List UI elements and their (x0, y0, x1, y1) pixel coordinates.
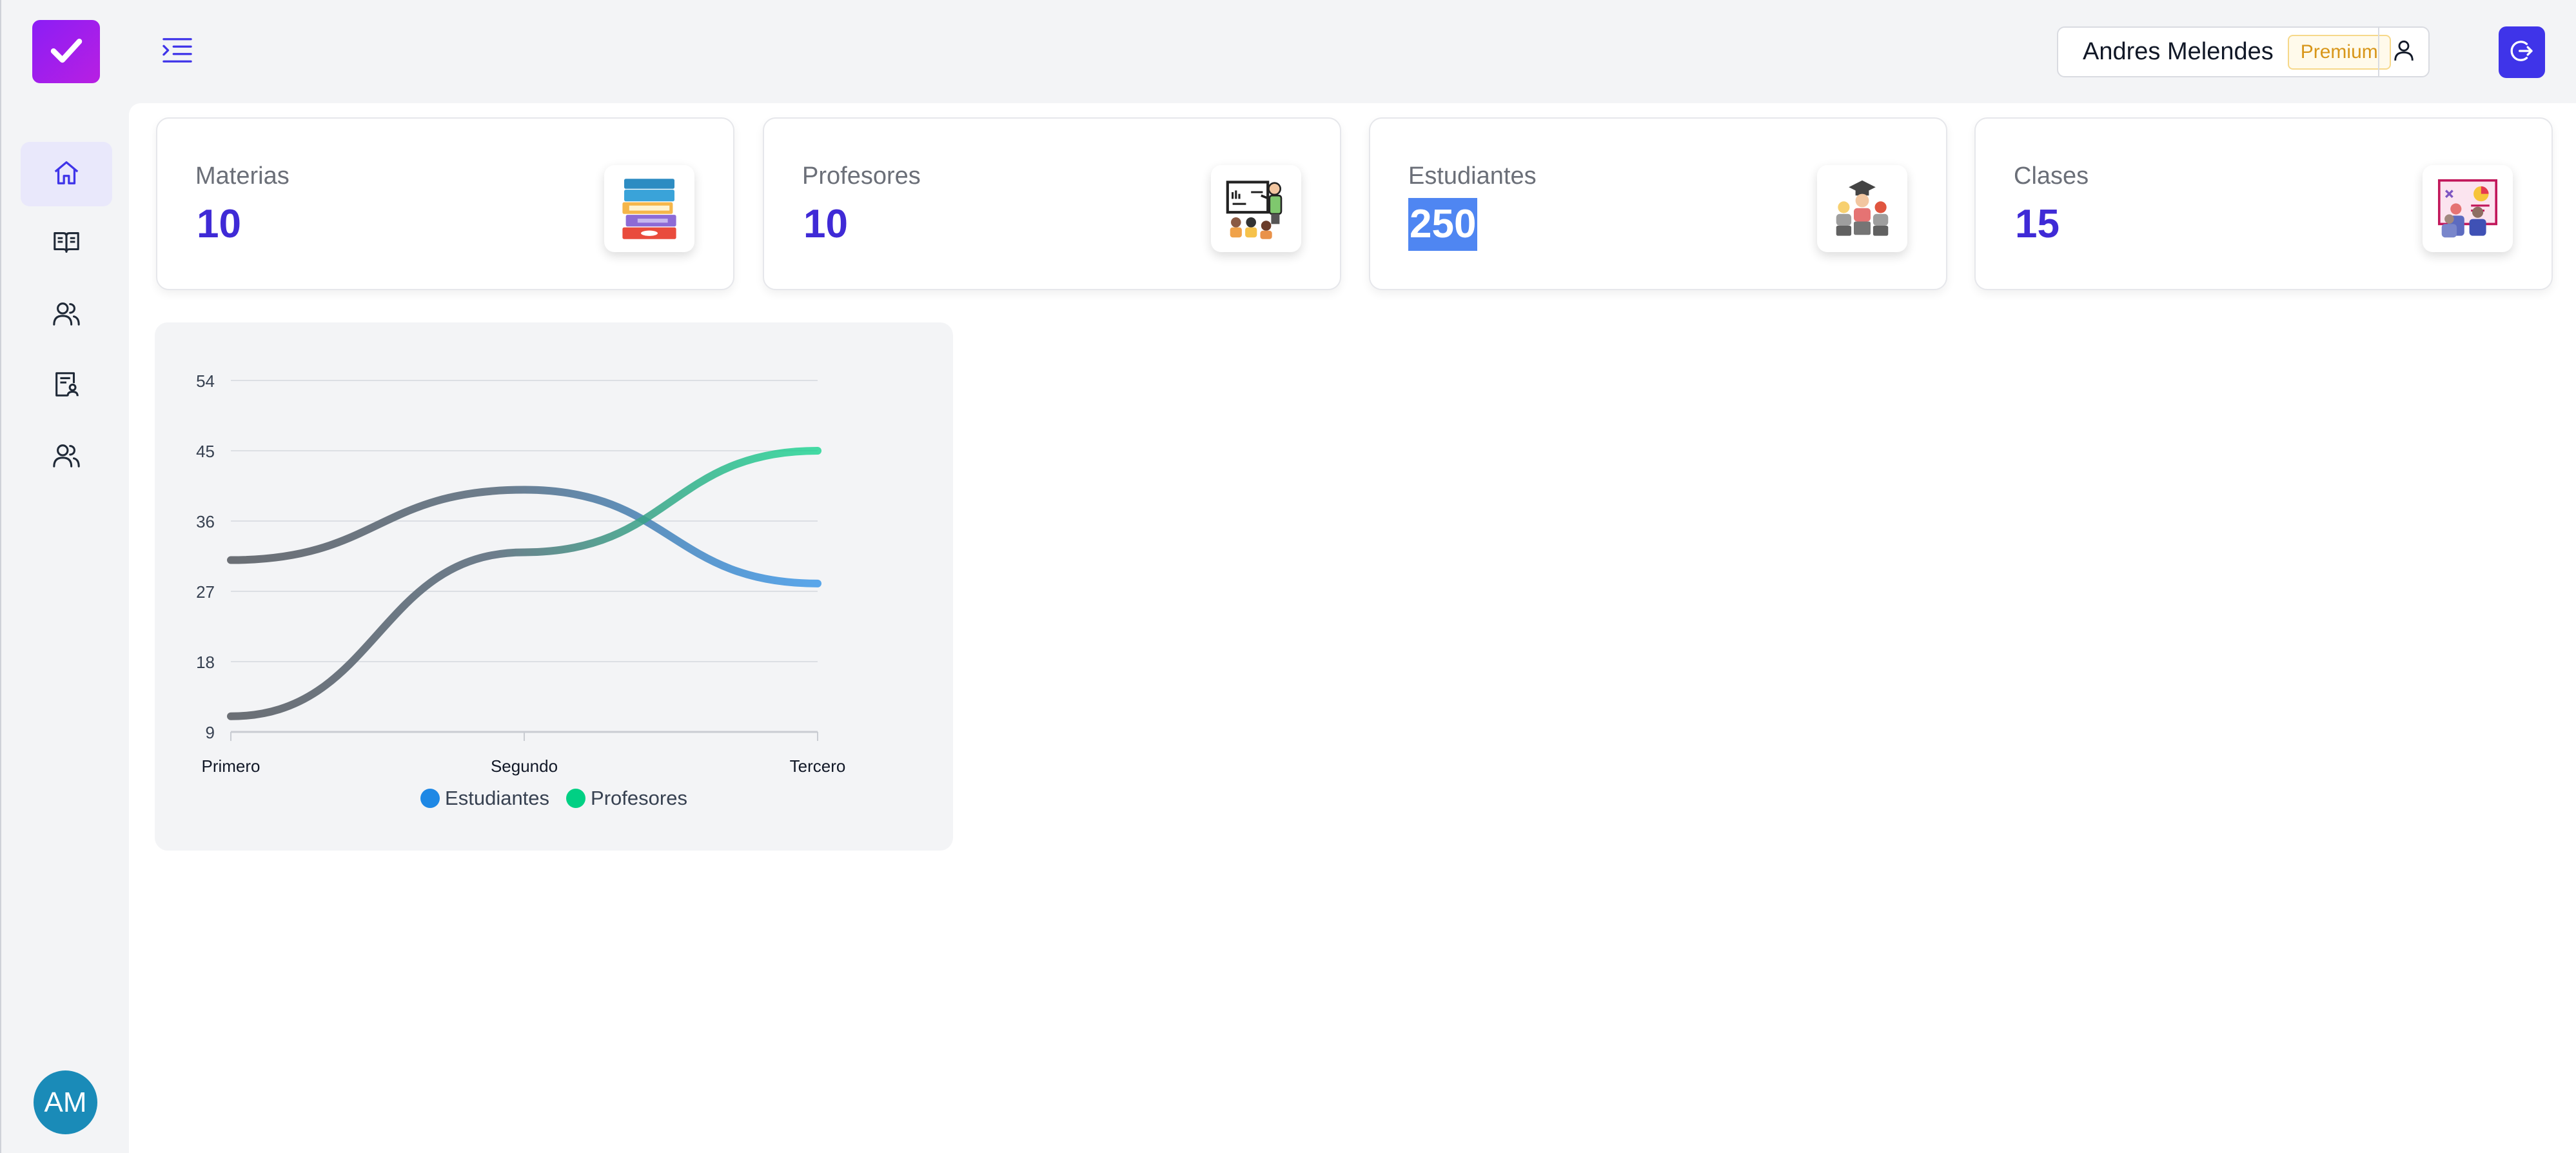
sidebar-item-clases[interactable] (21, 424, 112, 489)
stat-card-estudiantes: Estudiantes 250 (1369, 117, 1947, 290)
sidebar-item-profesores[interactable] (21, 282, 112, 347)
sidebar-item-home[interactable] (21, 142, 112, 206)
user-menu[interactable]: Andres Melendes Premium (2057, 26, 2430, 77)
stat-card-materias: Materias 10 (156, 117, 734, 290)
stat-card-clases: Clases 15 (1974, 117, 2553, 290)
y-tick-label: 45 (196, 442, 215, 461)
users-icon (52, 440, 81, 473)
series-line-estudiantes (227, 486, 821, 587)
home-icon (52, 158, 81, 191)
legend-dot (420, 789, 440, 808)
user-document-icon (52, 370, 81, 402)
menu-toggle-button[interactable] (158, 32, 197, 71)
logout-icon (2509, 38, 2535, 67)
app-logo[interactable] (32, 20, 100, 83)
sidebar: AM (0, 0, 129, 1153)
user-icon (2391, 37, 2417, 66)
stat-label: Estudiantes (1408, 163, 1537, 190)
y-tick-label: 27 (196, 582, 215, 602)
menu-indent-icon (161, 35, 193, 68)
legend-label: Estudiantes (445, 787, 550, 809)
stat-label: Profesores (802, 163, 921, 190)
chart-legend: Estudiantes Profesores (155, 787, 953, 810)
line-chart: 9 18 27 36 45 54 Primero Segundo Tercero Estudia… (155, 322, 953, 851)
x-tick-label: Primero (201, 756, 260, 776)
stat-value: 250 (1408, 198, 1478, 251)
stat-value: 10 (803, 202, 848, 246)
stat-value: 15 (2015, 202, 2060, 246)
profile-button[interactable] (2378, 28, 2428, 76)
legend-label: Profesores (591, 787, 687, 809)
graduates-icon (1817, 165, 1907, 252)
legend-item-estudiantes[interactable]: Estudiantes (420, 787, 549, 810)
stat-card-profesores: Profesores 10 (763, 117, 1341, 290)
legend-dot (566, 789, 586, 808)
x-tick-label: Tercero (790, 756, 846, 776)
users-icon (52, 299, 81, 331)
stat-label: Materias (195, 163, 290, 190)
book-icon (52, 227, 81, 260)
premium-badge: Premium (2287, 34, 2391, 70)
sidebar-item-estudiantes[interactable] (21, 353, 112, 418)
class-presentation-icon (2423, 165, 2513, 252)
main-content: Materias 10 Profesores 10 Estudiantes 25… (129, 103, 2576, 1153)
y-tick-label: 18 (196, 653, 215, 672)
y-tick-label: 9 (206, 723, 215, 742)
legend-item-profesores[interactable]: Profesores (566, 787, 687, 810)
books-stack-icon (604, 165, 694, 252)
x-tick-label: Segundo (491, 756, 558, 776)
sidebar-item-materias[interactable] (21, 211, 112, 275)
y-tick-label: 54 (196, 371, 215, 391)
teacher-board-icon (1211, 165, 1301, 252)
avatar[interactable]: AM (34, 1070, 97, 1134)
chart-canvas: 9 18 27 36 45 54 Primero Segundo Tercero (196, 371, 846, 776)
stat-value: 10 (197, 202, 241, 246)
y-tick-label: 36 (196, 512, 215, 531)
stat-label: Clases (2014, 163, 2089, 190)
logout-button[interactable] (2499, 26, 2545, 78)
check-icon (47, 31, 86, 73)
user-name: Andres Melendes (2083, 38, 2274, 65)
